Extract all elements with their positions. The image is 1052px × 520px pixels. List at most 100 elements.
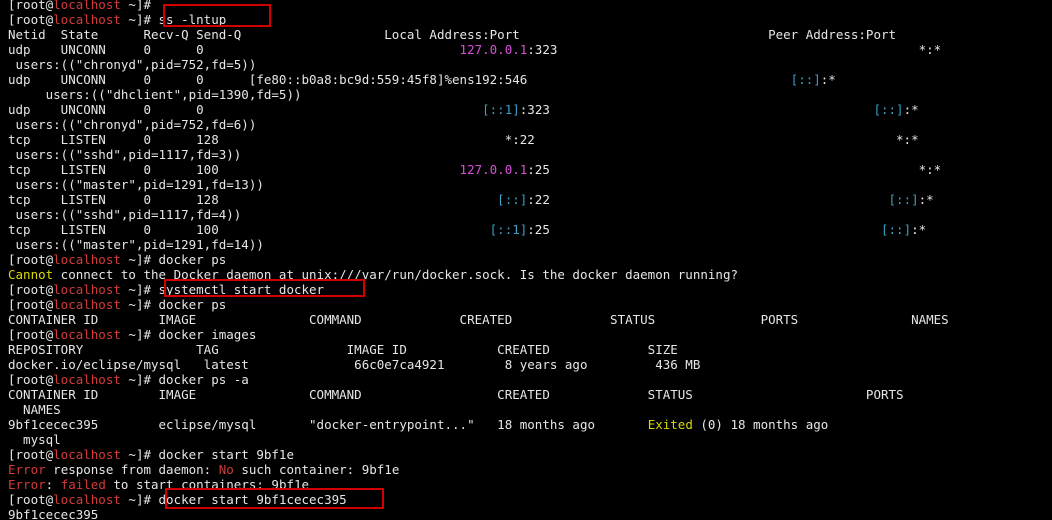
prompt-hostname: localhost	[53, 252, 121, 267]
terminal-line: Error: failed to start containers: 9bf1e	[8, 477, 309, 492]
terminal-text: udp UNCONN 0 0	[8, 102, 483, 117]
terminal-text: 9bf1cecec395	[8, 507, 99, 520]
prompt-hostname: localhost	[53, 282, 121, 297]
terminal-text: CONTAINER ID IMAGE COMMAND CREATED STATU…	[8, 312, 949, 327]
terminal-text: (0) 18 months ago	[692, 417, 829, 432]
terminal-text: [::]	[497, 192, 528, 207]
terminal-line: udp UNCONN 0 0 [::1]:323 [::]:*	[8, 102, 919, 117]
terminal-text: :	[45, 477, 61, 492]
terminal-text: tcp LISTEN 0 128	[8, 192, 498, 207]
terminal-line: Netid State Recv-Q Send-Q Local Address:…	[8, 27, 896, 42]
terminal-text: ~]#	[120, 0, 151, 12]
terminal-text: tcp LISTEN 0 128 *:22 *:*	[8, 132, 919, 147]
terminal-line: [root@localhost ~]# docker start 9bf1e	[8, 447, 294, 462]
terminal-line: Cannot connect to the Docker daemon at u…	[8, 267, 738, 282]
terminal-text: tcp LISTEN 0 100	[8, 222, 490, 237]
terminal-text: such container: 9bf1e	[233, 462, 400, 477]
terminal-text: ~]# docker ps	[120, 297, 227, 312]
prompt-hostname: localhost	[53, 0, 121, 12]
terminal-text: docker.io/eclipse/mysql latest 66c0e7ca4…	[8, 357, 701, 372]
terminal-text: Netid State Recv-Q Send-Q Local Address:…	[8, 27, 897, 42]
terminal-text: [::]	[873, 102, 904, 117]
terminal-text: Error	[8, 477, 46, 492]
terminal-text: ~]# docker start 9bf1e	[120, 447, 294, 462]
terminal-text: users:(("sshd",pid=1117,fd=3))	[8, 147, 242, 162]
terminal-line: CONTAINER ID IMAGE COMMAND CREATED STATU…	[8, 312, 949, 327]
prompt-hostname: localhost	[53, 447, 121, 462]
terminal-text: users:(("master",pid=1291,fd=14))	[8, 237, 264, 252]
terminal-text: [root@	[8, 297, 54, 312]
terminal-line: udp UNCONN 0 0 [fe80::b0a8:bc9d:559:45f8…	[8, 72, 836, 87]
terminal-text: udp UNCONN 0 0 [fe80::b0a8:bc9d:559:45f8…	[8, 72, 791, 87]
terminal-text: NAMES	[8, 402, 61, 417]
terminal-text: ~]# docker ps	[120, 252, 227, 267]
prompt-hostname: localhost	[53, 297, 121, 312]
terminal-text: [::]	[790, 72, 821, 87]
terminal-line: users:(("master",pid=1291,fd=13))	[8, 177, 264, 192]
terminal-line: 9bf1cecec395 eclipse/mysql "docker-entry…	[8, 417, 828, 432]
terminal-text: users:(("sshd",pid=1117,fd=4))	[8, 207, 242, 222]
terminal-text: mysql	[8, 432, 61, 447]
terminal-line: users:(("sshd",pid=1117,fd=3))	[8, 147, 242, 162]
prompt-hostname: localhost	[53, 372, 121, 387]
terminal-text: [root@	[8, 447, 54, 462]
terminal-text: users:(("chronyd",pid=752,fd=6))	[8, 117, 257, 132]
prompt-hostname: localhost	[53, 492, 121, 507]
terminal-text: connect to the Docker daemon at unix:///…	[53, 267, 738, 282]
terminal-text: Cannot	[8, 267, 54, 282]
terminal-line: [root@localhost ~]# docker ps	[8, 297, 226, 312]
terminal-text: ~]# systemctl start docker	[120, 282, 325, 297]
terminal-line: users:(("master",pid=1291,fd=14))	[8, 237, 264, 252]
terminal-line: CONTAINER ID IMAGE COMMAND CREATED STATU…	[8, 387, 904, 402]
terminal-line: tcp LISTEN 0 100 127.0.0.1:25 *:*	[8, 162, 941, 177]
terminal-text: response from daemon:	[45, 462, 219, 477]
terminal-text: Exited	[647, 417, 693, 432]
terminal-line: tcp LISTEN 0 100 [::1]:25 [::]:*	[8, 222, 926, 237]
terminal-text: :22	[527, 192, 889, 207]
terminal-text: :323	[519, 102, 874, 117]
terminal-line: users:(("chronyd",pid=752,fd=5))	[8, 57, 257, 72]
prompt-hostname: localhost	[53, 327, 121, 342]
terminal-text: ~]# ss -lntup	[120, 12, 227, 27]
terminal-line: mysql	[8, 432, 61, 447]
terminal-text: Error	[8, 462, 46, 477]
terminal-text: [root@	[8, 327, 54, 342]
terminal-line: 9bf1cecec395	[8, 507, 98, 520]
terminal-text: ~]# docker start 9bf1cecec395	[120, 492, 347, 507]
terminal-text: :*	[820, 72, 836, 87]
terminal-text: [root@	[8, 372, 54, 387]
terminal-line: users:(("chronyd",pid=752,fd=6))	[8, 117, 257, 132]
terminal-text: 127.0.0.1	[459, 162, 528, 177]
terminal-line: [root@localhost ~]#	[8, 0, 151, 12]
terminal-text: udp UNCONN 0 0	[8, 42, 460, 57]
terminal-text: [::1]	[482, 102, 520, 117]
terminal-line: NAMES	[8, 402, 61, 417]
terminal-text: :25	[527, 222, 881, 237]
terminal-text: [root@	[8, 0, 54, 12]
terminal-text: to start containers: 9bf1e	[105, 477, 310, 492]
terminal-text: [root@	[8, 492, 54, 507]
terminal-line: users:(("dhclient",pid=1390,fd=5))	[8, 87, 302, 102]
terminal-line: tcp LISTEN 0 128 *:22 *:*	[8, 132, 919, 147]
prompt-hostname: localhost	[53, 12, 121, 27]
terminal-line: [root@localhost ~]# ss -lntup	[8, 12, 226, 27]
terminal-text: [root@	[8, 12, 54, 27]
terminal-text: :323 *:*	[527, 42, 942, 57]
terminal-text: ~]# docker images	[120, 327, 257, 342]
terminal-window[interactable]: [root@localhost ~]# [root@localhost ~]# s…	[0, 0, 1052, 520]
terminal-text: 127.0.0.1	[459, 42, 528, 57]
terminal-text: users:(("chronyd",pid=752,fd=5))	[8, 57, 257, 72]
terminal-line: [root@localhost ~]# systemctl start dock…	[8, 282, 324, 297]
terminal-text: REPOSITORY TAG IMAGE ID CREATED SIZE	[8, 342, 678, 357]
terminal-text: [::]	[881, 222, 912, 237]
terminal-text: 9bf1cecec395 eclipse/mysql "docker-entry…	[8, 417, 648, 432]
terminal-line: Error response from daemon: No such cont…	[8, 462, 399, 477]
terminal-text: users:(("dhclient",pid=1390,fd=5))	[8, 87, 302, 102]
terminal-text: [root@	[8, 252, 54, 267]
terminal-text: tcp LISTEN 0 100	[8, 162, 460, 177]
terminal-line: tcp LISTEN 0 128 [::]:22 [::]:*	[8, 192, 934, 207]
terminal-text: ~]# docker ps -a	[120, 372, 249, 387]
terminal-text: :25 *:*	[527, 162, 942, 177]
terminal-text: failed	[60, 477, 106, 492]
terminal-text: No	[218, 462, 234, 477]
